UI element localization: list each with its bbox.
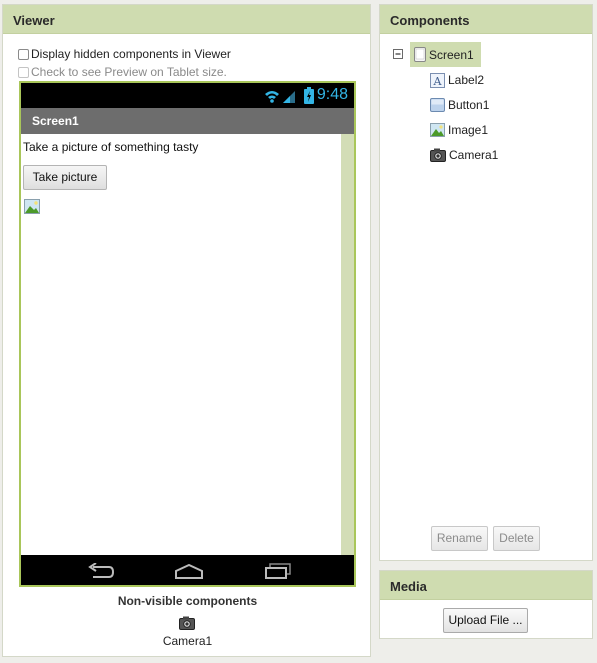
tree-label-image1: Image1 xyxy=(448,123,489,137)
camera-icon xyxy=(179,616,195,630)
delete-button[interactable]: Delete xyxy=(493,526,540,551)
upload-file-button[interactable]: Upload File ... xyxy=(443,608,528,633)
recents-nav-icon xyxy=(265,563,291,579)
tree-label-screen1: Screen1 xyxy=(429,47,474,62)
screen-title-bar: Screen1 xyxy=(21,108,354,134)
display-hidden-checkbox[interactable]: Display hidden components in Viewer xyxy=(18,47,231,61)
media-header: Media xyxy=(380,571,592,600)
components-panel: Components Screen1 A Label2 Button1 Imag… xyxy=(379,4,593,561)
signal-icons xyxy=(265,91,295,103)
status-bar: 9:48 xyxy=(21,83,354,108)
battery-icon xyxy=(304,87,314,104)
viewer-panel: Viewer Display hidden components in View… xyxy=(2,4,371,657)
preview-scrollbar[interactable] xyxy=(341,134,354,555)
display-hidden-label: Display hidden components in Viewer xyxy=(31,47,231,61)
tablet-preview-checkbox: Check to see Preview on Tablet size. xyxy=(18,65,227,79)
tree-label-label2: Label2 xyxy=(448,73,485,87)
label-icon: A xyxy=(430,72,445,88)
components-header: Components xyxy=(380,5,592,34)
checkbox-box[interactable] xyxy=(18,48,29,60)
tree-item-button1[interactable]: Button1 xyxy=(430,95,489,115)
nonvisible-components-title: Non-visible components xyxy=(117,594,258,608)
button-icon xyxy=(430,98,445,112)
tree-item-camera1[interactable]: Camera1 xyxy=(430,145,498,165)
media-panel: Media Upload File ... xyxy=(379,570,593,639)
phone-preview: 9:48 Screen1 Take a picture of something… xyxy=(19,81,356,587)
nonvisible-camera1[interactable]: Camera1 xyxy=(3,634,372,648)
viewer-header: Viewer xyxy=(3,5,370,34)
android-nav-bar xyxy=(21,555,354,585)
tree-item-screen1[interactable]: Screen1 xyxy=(410,42,481,67)
tree-label-button1: Button1 xyxy=(448,98,490,112)
collapse-icon[interactable] xyxy=(393,49,403,59)
rename-button[interactable]: Rename xyxy=(431,526,488,551)
take-picture-button[interactable]: Take picture xyxy=(23,165,107,190)
home-nav-icon xyxy=(175,564,203,579)
image-icon xyxy=(430,123,445,137)
tree-label-camera1: Camera1 xyxy=(449,148,499,162)
tablet-preview-label: Check to see Preview on Tablet size. xyxy=(31,65,227,79)
tree-item-image1[interactable]: Image1 xyxy=(430,120,488,140)
label2-preview[interactable]: Take a picture of something tasty xyxy=(23,140,198,154)
screen-content: Take a picture of something tasty Take p… xyxy=(21,134,341,555)
screen-icon xyxy=(414,47,426,62)
back-nav-icon xyxy=(88,563,115,578)
checkbox-box xyxy=(18,66,29,78)
image-placeholder-icon[interactable] xyxy=(24,199,40,214)
camera-icon xyxy=(430,148,446,162)
tree-item-label2[interactable]: A Label2 xyxy=(430,70,484,90)
status-time: 9:48 xyxy=(316,86,348,103)
svg-text:A: A xyxy=(433,75,443,88)
